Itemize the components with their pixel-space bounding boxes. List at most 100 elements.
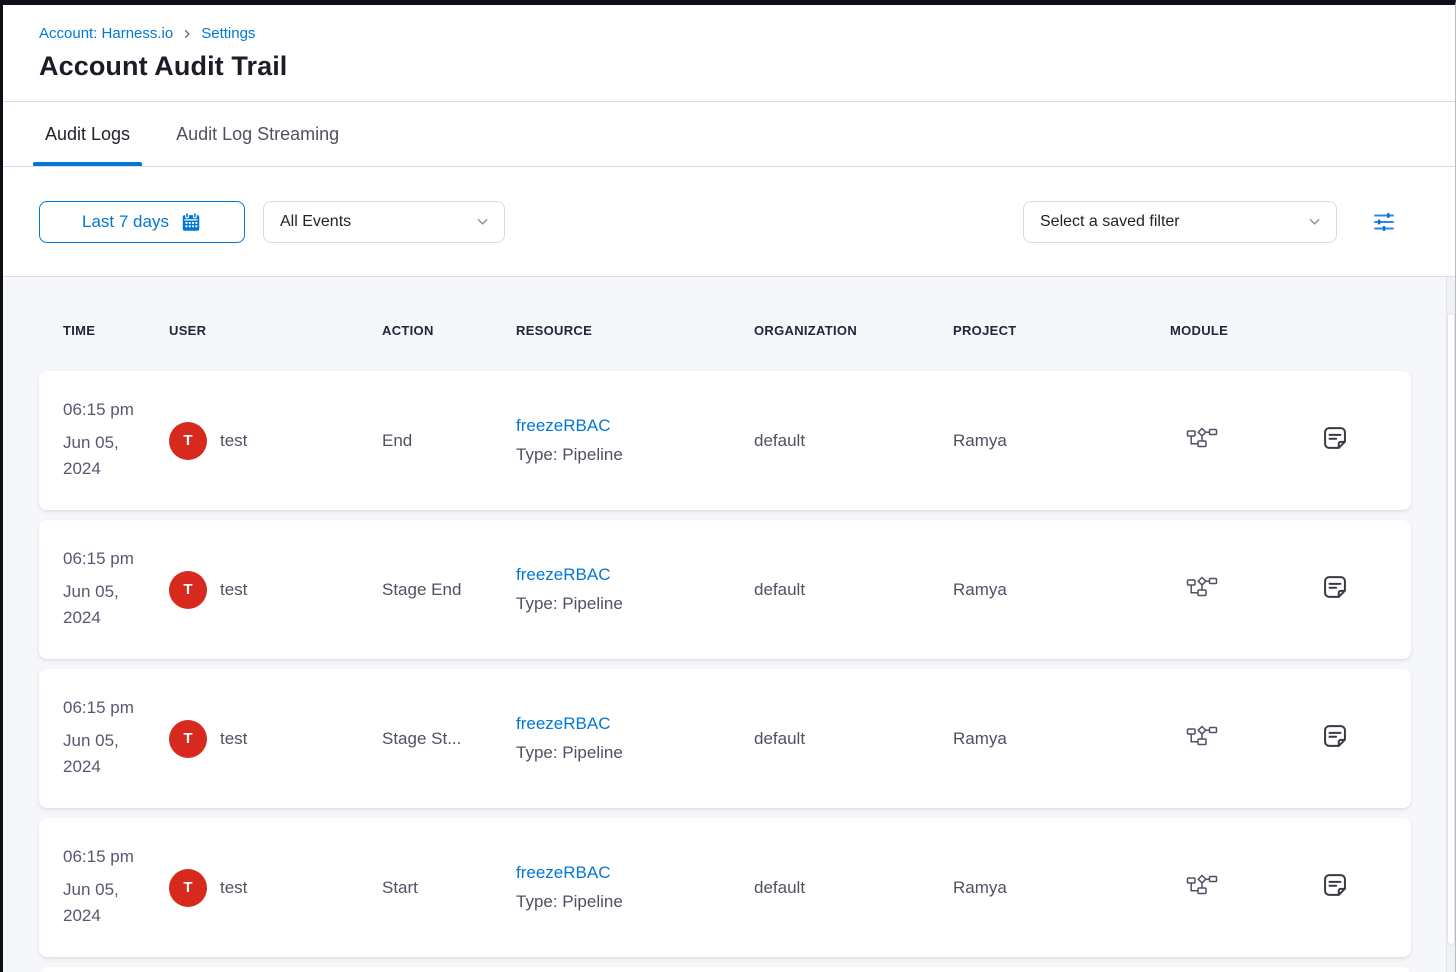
table-row[interactable]: 06:15 pm Jun 05, 2024 T test Stage St...…: [39, 669, 1411, 808]
row-action: Start: [382, 878, 516, 898]
row-action: Stage End: [382, 580, 516, 600]
resource-cell: freezeRBAC Type: Pipeline: [516, 714, 754, 763]
resource-type: Type: Pipeline: [516, 445, 754, 465]
module-cell: [1170, 874, 1293, 901]
note-cell: [1293, 424, 1411, 457]
row-time: 06:15 pm: [63, 847, 169, 867]
resource-type: Type: Pipeline: [516, 892, 754, 912]
table-body: 06:15 pm Jun 05, 2024 T test End freezeR…: [3, 371, 1455, 972]
row-user: test: [220, 878, 247, 898]
column-header-user: USER: [169, 323, 382, 371]
pipeline-icon: [1186, 576, 1218, 598]
column-header-project: PROJECT: [953, 323, 1170, 371]
row-time: 06:15 pm: [63, 549, 169, 569]
resource-link[interactable]: freezeRBAC: [516, 565, 610, 585]
scrollbar-track[interactable]: [1446, 277, 1455, 972]
breadcrumb-settings-link[interactable]: Settings: [201, 25, 255, 42]
note-icon[interactable]: [1321, 722, 1349, 750]
row-date: Jun 05, 2024: [63, 430, 137, 481]
time-cell: 06:15 pm Jun 05, 2024: [63, 400, 169, 481]
page-header: Account: Harness.io Settings Account Aud…: [3, 5, 1455, 102]
row-action: Stage St...: [382, 729, 516, 749]
filter-left-group: Last 7 days All Events: [39, 201, 505, 243]
resource-type: Type: Pipeline: [516, 594, 754, 614]
saved-filter-placeholder: Select a saved filter: [1040, 213, 1180, 231]
resource-link[interactable]: freezeRBAC: [516, 714, 610, 734]
tab-audit-log-streaming[interactable]: Audit Log Streaming: [170, 102, 345, 166]
resource-type: Type: Pipeline: [516, 743, 754, 763]
calendar-icon: [180, 211, 202, 233]
module-cell: [1170, 576, 1293, 603]
tab-audit-logs[interactable]: Audit Logs: [39, 102, 136, 166]
user-avatar: T: [169, 720, 207, 758]
breadcrumb: Account: Harness.io Settings: [39, 25, 1419, 42]
row-project: Ramya: [953, 431, 1170, 451]
row-action: End: [382, 431, 516, 451]
page-title: Account Audit Trail: [39, 51, 1419, 82]
row-date: Jun 05, 2024: [63, 877, 137, 928]
row-date: Jun 05, 2024: [63, 579, 137, 630]
column-header-time: TIME: [63, 323, 169, 371]
time-cell: 06:15 pm Jun 05, 2024: [63, 549, 169, 630]
saved-filter-select[interactable]: Select a saved filter: [1023, 201, 1337, 243]
table-row-partial[interactable]: [39, 967, 1411, 972]
chevron-right-icon: [181, 28, 193, 40]
pipeline-icon: [1186, 427, 1218, 449]
audit-table: TIME USER ACTION RESOURCE ORGANIZATION P…: [3, 277, 1455, 972]
column-header-resource: RESOURCE: [516, 323, 754, 371]
user-cell: T test: [169, 422, 382, 460]
scrollbar-thumb[interactable]: [1447, 313, 1455, 945]
resource-cell: freezeRBAC Type: Pipeline: [516, 416, 754, 465]
sliders-icon[interactable]: [1367, 205, 1401, 239]
resource-cell: freezeRBAC Type: Pipeline: [516, 863, 754, 912]
row-project: Ramya: [953, 729, 1170, 749]
row-project: Ramya: [953, 878, 1170, 898]
pipeline-icon: [1186, 874, 1218, 896]
row-organization: default: [754, 729, 953, 749]
table-row[interactable]: 06:15 pm Jun 05, 2024 T test End freezeR…: [39, 371, 1411, 510]
column-header-organization: ORGANIZATION: [754, 323, 953, 371]
user-cell: T test: [169, 720, 382, 758]
resource-link[interactable]: freezeRBAC: [516, 863, 610, 883]
user-avatar: T: [169, 571, 207, 609]
note-cell: [1293, 722, 1411, 755]
user-cell: T test: [169, 571, 382, 609]
chevron-down-icon: [1307, 214, 1322, 229]
row-user: test: [220, 580, 247, 600]
table-row[interactable]: 06:15 pm Jun 05, 2024 T test Start freez…: [39, 818, 1411, 957]
table-row[interactable]: 06:15 pm Jun 05, 2024 T test Stage End f…: [39, 520, 1411, 659]
audit-trail-page: Account: Harness.io Settings Account Aud…: [0, 0, 1456, 972]
table-header-row: TIME USER ACTION RESOURCE ORGANIZATION P…: [3, 277, 1455, 371]
row-time: 06:15 pm: [63, 400, 169, 420]
time-cell: 06:15 pm Jun 05, 2024: [63, 847, 169, 928]
row-organization: default: [754, 580, 953, 600]
user-avatar: T: [169, 422, 207, 460]
row-project: Ramya: [953, 580, 1170, 600]
event-type-select[interactable]: All Events: [263, 201, 505, 243]
column-header-module: MODULE: [1170, 323, 1293, 371]
tab-bar: Audit Logs Audit Log Streaming: [3, 102, 1455, 167]
event-type-value: All Events: [280, 213, 351, 231]
resource-cell: freezeRBAC Type: Pipeline: [516, 565, 754, 614]
resource-link[interactable]: freezeRBAC: [516, 416, 610, 436]
module-cell: [1170, 725, 1293, 752]
row-user: test: [220, 431, 247, 451]
chevron-down-icon: [475, 214, 490, 229]
row-organization: default: [754, 878, 953, 898]
note-icon[interactable]: [1321, 871, 1349, 899]
user-cell: T test: [169, 869, 382, 907]
row-date: Jun 05, 2024: [63, 728, 137, 779]
module-cell: [1170, 427, 1293, 454]
row-time: 06:15 pm: [63, 698, 169, 718]
note-icon[interactable]: [1321, 573, 1349, 601]
date-range-button[interactable]: Last 7 days: [39, 201, 245, 243]
date-range-label: Last 7 days: [82, 212, 169, 232]
breadcrumb-account-link[interactable]: Account: Harness.io: [39, 25, 173, 42]
user-avatar: T: [169, 869, 207, 907]
note-icon[interactable]: [1321, 424, 1349, 452]
pipeline-icon: [1186, 725, 1218, 747]
time-cell: 06:15 pm Jun 05, 2024: [63, 698, 169, 779]
note-cell: [1293, 573, 1411, 606]
row-user: test: [220, 729, 247, 749]
row-organization: default: [754, 431, 953, 451]
